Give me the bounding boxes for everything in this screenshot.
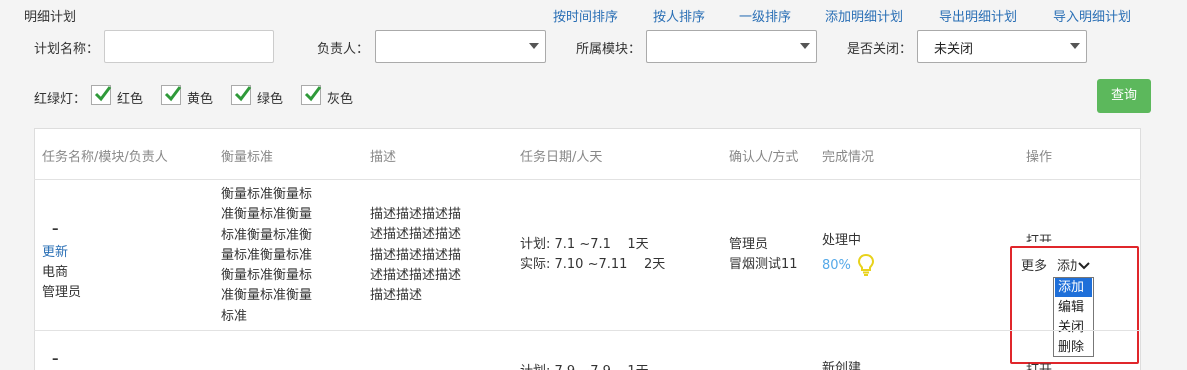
module-select[interactable]	[646, 30, 817, 63]
checkmark-icon	[304, 86, 322, 102]
highlight-box	[1010, 246, 1139, 364]
closed-select[interactable]: 未关闭	[917, 30, 1087, 63]
yellow-checkbox[interactable]	[161, 85, 182, 105]
import-detail-plan-link[interactable]: 导入明细计划	[1053, 6, 1131, 25]
task-module: 电商	[42, 265, 69, 280]
owner-select[interactable]	[375, 30, 546, 63]
description-line: 描述描述描述描	[370, 207, 462, 222]
confirmer: 管理员	[729, 237, 769, 252]
confirm-method: 冒烟测试11	[729, 257, 798, 272]
sort-by-person-link[interactable]: 按人排序	[653, 6, 705, 25]
standard-text: 衡量标准衡量标 准衡量标准衡量 标准衡量标准衡 量标准衡量标准 衡量标准衡量标 …	[221, 185, 312, 327]
lightbulb-icon	[857, 253, 875, 281]
yellow-checkbox-label: 黄色	[187, 92, 214, 107]
standard-line: 标准衡量标准衡	[221, 227, 313, 243]
header-completion: 完成情况	[822, 150, 875, 165]
description-line: 描述描述描述描	[370, 247, 462, 263]
plan-date: 计划: 7.1 ~7.1 1天	[520, 237, 649, 252]
gray-checkbox[interactable]	[301, 85, 322, 105]
add-detail-plan-link[interactable]: 添加明细计划	[825, 6, 903, 25]
red-checkbox[interactable]	[91, 85, 112, 105]
closed-label: 是否关闭：	[847, 42, 913, 57]
description-line: 述描述描述描述	[370, 227, 462, 243]
query-button[interactable]: 查询	[1097, 79, 1151, 113]
standard-line: 准衡量标准衡量	[221, 207, 313, 223]
standard-line: 衡量标准衡量标	[221, 268, 313, 284]
chevron-down-icon	[529, 43, 539, 49]
plan-date: 计划: 7.9 ~7.9 1天	[520, 362, 649, 370]
plan-name-label: 计划名称：	[34, 42, 100, 57]
module-label: 所属模块：	[576, 42, 642, 57]
row-collapse-dash[interactable]: –	[52, 220, 59, 240]
open-link[interactable]: 打开	[1026, 233, 1052, 242]
gray-checkbox-label: 灰色	[327, 92, 354, 107]
checkmark-icon	[164, 86, 182, 102]
row-collapse-dash[interactable]: –	[52, 350, 59, 370]
checkmark-icon	[234, 86, 252, 102]
plan-name-input[interactable]	[104, 30, 274, 63]
percent-complete: 80%	[822, 258, 851, 273]
header-standard: 衡量标准	[221, 150, 274, 165]
traffic-light-label: 红绿灯：	[34, 92, 87, 107]
open-link[interactable]: 打开	[1026, 361, 1052, 370]
standard-line: 标准	[221, 308, 248, 324]
sort-by-time-link[interactable]: 按时间排序	[553, 6, 618, 25]
actual-date: 实际: 7.10 ~7.11 2天	[520, 257, 666, 272]
chevron-down-icon	[1070, 43, 1080, 49]
header-task-name: 任务名称/模块/负责人	[42, 150, 168, 165]
row-divider	[34, 330, 1141, 331]
header-actions: 操作	[1026, 150, 1053, 165]
green-checkbox-label: 绿色	[257, 92, 284, 107]
first-level-sort-link[interactable]: 一级排序	[739, 6, 791, 25]
description-text: 描述描述描述描 述描述描述描述 描述描述描述描 述描述描述描述 描述描述	[370, 205, 461, 306]
page-title: 明细计划	[24, 10, 77, 25]
green-checkbox[interactable]	[231, 85, 252, 105]
checkmark-icon	[94, 86, 112, 102]
header-confirmer: 确认人/方式	[729, 150, 799, 165]
header-description: 描述	[370, 150, 397, 165]
chevron-down-icon	[800, 43, 810, 49]
status-text: 处理中	[822, 233, 862, 248]
owner-label: 负责人：	[317, 42, 370, 57]
description-line: 述描述描述描述	[370, 267, 462, 283]
update-link[interactable]: 更新	[42, 243, 68, 263]
standard-line: 量标准衡量标准	[221, 247, 313, 263]
standard-line: 准衡量标准衡量	[221, 288, 313, 304]
standard-line: 衡量标准衡量标	[221, 187, 313, 202]
closed-select-value: 未关闭	[934, 42, 974, 57]
task-owner: 管理员	[42, 285, 82, 300]
status-text: 新创建	[822, 361, 862, 370]
red-checkbox-label: 红色	[117, 92, 144, 107]
description-line: 描述描述	[370, 288, 423, 304]
export-detail-plan-link[interactable]: 导出明细计划	[939, 6, 1017, 25]
header-task-date: 任务日期/人天	[520, 150, 603, 165]
header-divider	[34, 179, 1141, 180]
